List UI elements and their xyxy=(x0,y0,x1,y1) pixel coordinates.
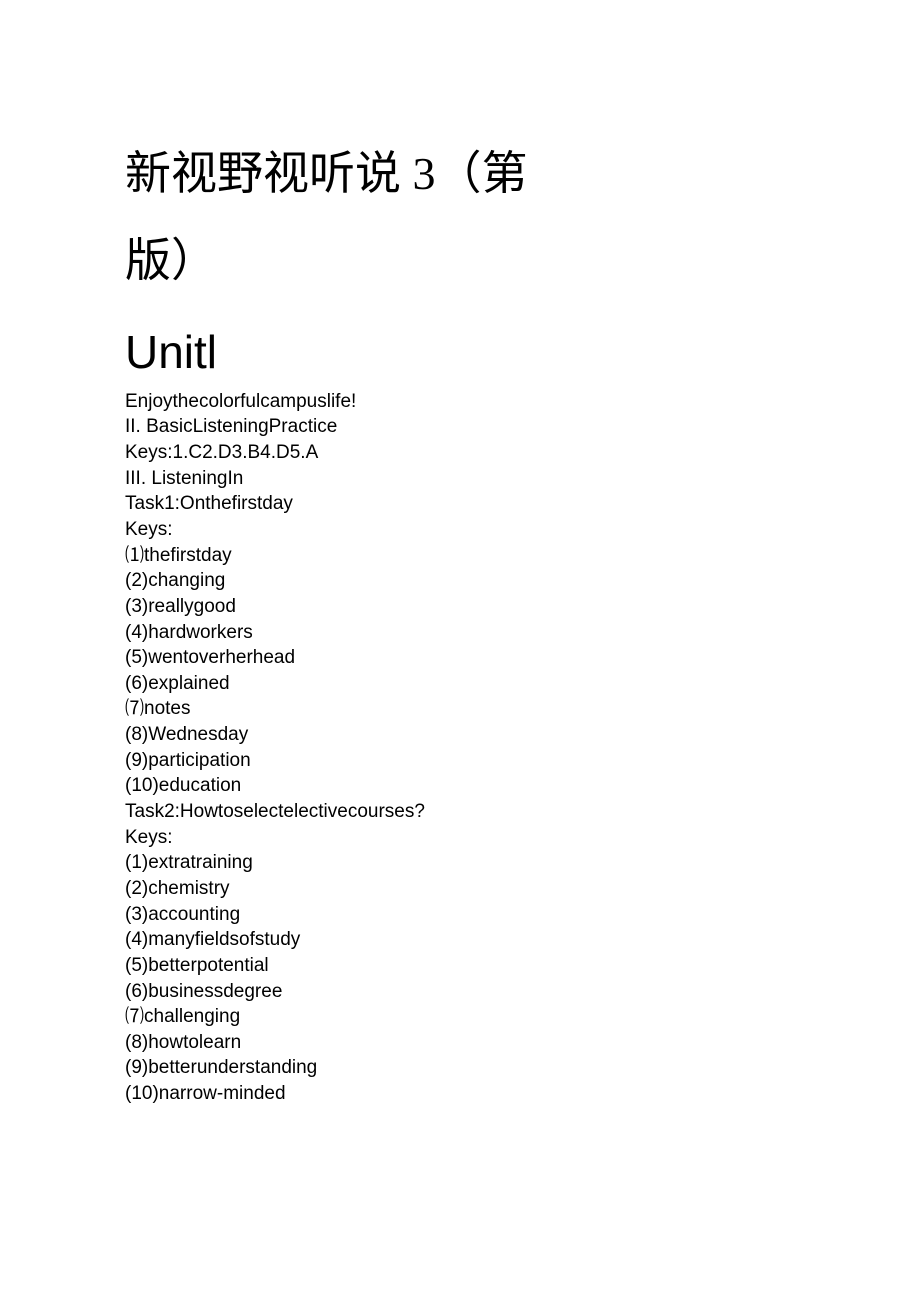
item-text: reallygood xyxy=(148,596,236,617)
item-number: (2) xyxy=(125,878,148,899)
item-number: (9) xyxy=(125,750,148,771)
content-line: Keys: xyxy=(125,825,795,851)
item-text: education xyxy=(159,775,241,796)
item-text: notes xyxy=(144,698,190,719)
item-number: ⑴ xyxy=(125,545,144,566)
item-number: ⑺ xyxy=(125,1006,144,1027)
item-text: thefirstday xyxy=(144,545,232,566)
answer-list-1: ⑴thefirstday (2)changing (3)reallygood (… xyxy=(125,543,795,799)
item-text: hardworkers xyxy=(148,622,253,643)
list-item: (6)businessdegree xyxy=(125,979,795,1005)
list-item: ⑺challenging xyxy=(125,1004,795,1030)
content-line: Enjoythecolorfulcampuslife! xyxy=(125,389,795,415)
content-line: Keys:1.C2.D3.B4.D5.A xyxy=(125,440,795,466)
item-number: (8) xyxy=(125,724,148,745)
list-item: (5)wentoverherhead xyxy=(125,645,795,671)
list-item: (8)howtolearn xyxy=(125,1030,795,1056)
item-text: betterunderstanding xyxy=(148,1057,317,1078)
list-item: (3)accounting xyxy=(125,902,795,928)
list-item: (10)education xyxy=(125,773,795,799)
list-item: (4)manyfieldsofstudy xyxy=(125,927,795,953)
item-text: manyfieldsofstudy xyxy=(148,929,300,950)
title-line-1: 新视野视听说 3（第 xyxy=(125,148,528,199)
content-line: II. BasicListeningPractice xyxy=(125,414,795,440)
item-number: (6) xyxy=(125,673,148,694)
item-text: participation xyxy=(148,750,250,771)
item-number: (10) xyxy=(125,775,159,796)
item-number: (9) xyxy=(125,1057,148,1078)
list-item: (8)Wednesday xyxy=(125,722,795,748)
item-text: narrow-minded xyxy=(159,1083,286,1104)
item-text: chemistry xyxy=(148,878,229,899)
content-line: Task2:Howtoselectelectivecourses? xyxy=(125,799,795,825)
item-text: betterpotential xyxy=(148,955,268,976)
item-number: (5) xyxy=(125,647,148,668)
item-number: (4) xyxy=(125,622,148,643)
list-item: ⑺notes xyxy=(125,696,795,722)
list-item: (2)chemistry xyxy=(125,876,795,902)
list-item: (1)extratraining xyxy=(125,850,795,876)
item-number: (1) xyxy=(125,852,148,873)
item-number: (3) xyxy=(125,596,148,617)
list-item: (9)betterunderstanding xyxy=(125,1055,795,1081)
item-number: (4) xyxy=(125,929,148,950)
title-line-2: 版） xyxy=(125,235,217,286)
item-number: (10) xyxy=(125,1083,159,1104)
item-number: (2) xyxy=(125,570,148,591)
list-item: (2)changing xyxy=(125,568,795,594)
item-text: extratraining xyxy=(148,852,253,873)
content-line: III. ListeningIn xyxy=(125,466,795,492)
content-block-1: Enjoythecolorfulcampuslife! II. BasicLis… xyxy=(125,389,795,543)
item-number: (5) xyxy=(125,955,148,976)
item-text: explained xyxy=(148,673,229,694)
item-text: changing xyxy=(148,570,225,591)
content-block-2: Task2:Howtoselectelectivecourses? Keys: xyxy=(125,799,795,850)
item-number: (3) xyxy=(125,904,148,925)
list-item: ⑴thefirstday xyxy=(125,543,795,569)
item-number: (8) xyxy=(125,1032,148,1053)
content-line: Keys: xyxy=(125,517,795,543)
list-item: (3)reallygood xyxy=(125,594,795,620)
item-number: (6) xyxy=(125,981,148,1002)
document-main-title: 新视野视听说 3（第 版） xyxy=(125,130,795,305)
item-text: howtolearn xyxy=(148,1032,241,1053)
item-text: businessdegree xyxy=(148,981,282,1002)
answer-list-2: (1)extratraining (2)chemistry (3)account… xyxy=(125,850,795,1106)
list-item: (5)betterpotential xyxy=(125,953,795,979)
list-item: (6)explained xyxy=(125,671,795,697)
unit-title: Unitl xyxy=(125,325,795,379)
item-text: Wednesday xyxy=(148,724,248,745)
item-text: accounting xyxy=(148,904,240,925)
item-text: wentoverherhead xyxy=(148,647,295,668)
item-text: challenging xyxy=(144,1006,240,1027)
list-item: (10)narrow-minded xyxy=(125,1081,795,1107)
content-line: Task1:Onthefirstday xyxy=(125,491,795,517)
list-item: (4)hardworkers xyxy=(125,620,795,646)
list-item: (9)participation xyxy=(125,748,795,774)
item-number: ⑺ xyxy=(125,698,144,719)
